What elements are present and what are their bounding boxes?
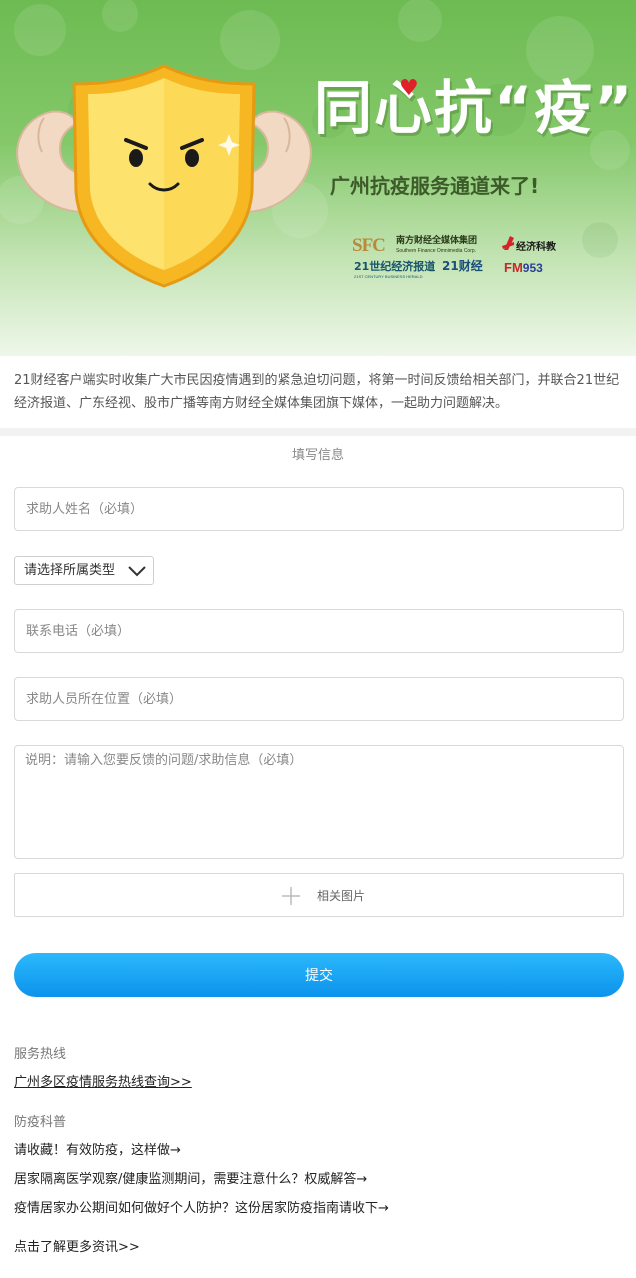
sfc-logo-english: Southern Finance Omnimedia Corp. (396, 248, 477, 254)
type-select[interactable]: 请选择所属类型 (14, 556, 154, 585)
form-title: 填写信息 (291, 448, 344, 463)
fm953-logo: FM953 (504, 260, 543, 276)
image-upload-label: 相关图片 (317, 889, 366, 903)
hotline-query-link[interactable]: 广州多区疫情服务热线查询>> (14, 1073, 192, 1093)
science-article-link[interactable]: 居家隔离医学观察/健康监测期间，需要注意什么？权威解答→ (14, 1170, 367, 1190)
chevron-down-icon (128, 566, 146, 577)
headline-quoted-text: “疫” (494, 74, 635, 142)
jjkj-logo-mark-icon (502, 236, 514, 250)
description-textarea[interactable] (14, 745, 624, 859)
section-divider (0, 428, 636, 436)
name-input[interactable] (14, 487, 624, 531)
phone-input[interactable] (14, 609, 624, 653)
herald-logo-name: 21世纪经济报道 (354, 260, 436, 273)
intro-paragraph: 21财经客户端实时收集广大市民因疫情遇到的紧急迫切问题，将第一时间反馈给相关部门… (14, 373, 620, 411)
partner-logos: SFC 南方财经全媒体集团 Southern Finance Omnimedia… (352, 232, 572, 284)
banner-subline: 广州抗疫服务通道来了! (330, 174, 540, 198)
shield-mascot-illustration (14, 62, 314, 292)
image-upload-button[interactable]: 相关图片 (14, 873, 624, 917)
caijing-logo: 21财经 (442, 259, 483, 273)
hotline-section-title: 服务热线 (14, 1047, 67, 1062)
location-input[interactable] (14, 677, 624, 721)
more-news-link[interactable]: 点击了解更多资讯>> (14, 1238, 140, 1258)
science-article-link[interactable]: 疫情居家办公期间如何做好个人防护？这份居家防疫指南请收下→ (14, 1199, 389, 1219)
heart-icon: ♥ (399, 76, 419, 101)
sfc-logo-name: 南方财经全媒体集团 (396, 236, 478, 246)
jjkj-logo-name: 经济科教 (516, 242, 556, 253)
herald-logo-english: 21ST CENTURY BUSINESS HERALD (354, 274, 423, 279)
sfc-logo-mark: SFC (352, 235, 386, 256)
banner-headline: 同心抗“疫” (314, 68, 632, 148)
fm-number: 953 (522, 261, 543, 275)
submit-button[interactable]: 提交 (14, 953, 624, 997)
fm-prefix: FM (504, 260, 523, 275)
hero-banner: 同心抗“疫” ♥ 广州抗疫服务通道来了! SFC 南方财经全媒体集团 South… (0, 0, 636, 356)
jjkj-logo: 经济科教 (502, 232, 564, 256)
plus-icon (282, 887, 300, 905)
type-select-value: 请选择所属类型 (24, 563, 116, 578)
science-article-link[interactable]: 请收藏！有效防疫，这样做→ (14, 1141, 181, 1161)
science-section-title: 防疫科普 (14, 1115, 67, 1130)
